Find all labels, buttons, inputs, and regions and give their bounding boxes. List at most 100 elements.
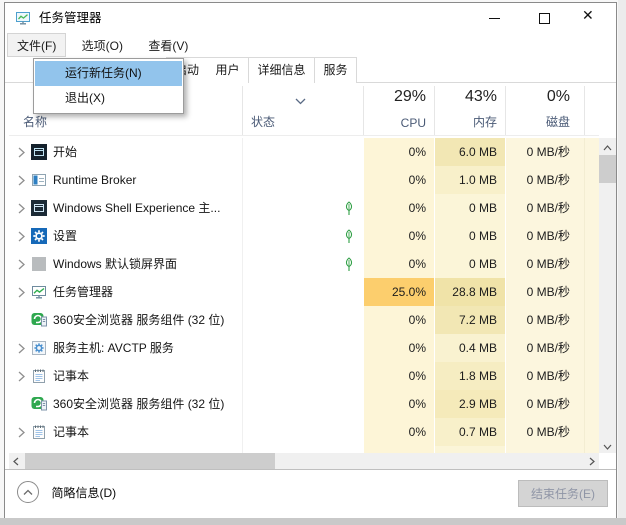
- end-task-button[interactable]: 结束任务(E): [518, 480, 608, 507]
- process-memory-cell: 7.2 MB: [435, 306, 506, 334]
- memory-total-percent: 43%: [465, 88, 497, 106]
- status-column-label: 状态: [251, 113, 275, 130]
- menu-view[interactable]: 查看(V): [138, 33, 198, 57]
- menu-file[interactable]: 文件(F): [7, 33, 66, 57]
- process-row[interactable]: 360安全浏览器 服务组件 (32 位)0%2.9 MB0 MB/秒: [9, 390, 599, 418]
- settings-gear-icon: [31, 228, 47, 244]
- process-status-cell: [243, 166, 364, 194]
- menu-item-run-new-task[interactable]: 运行新任务(N): [35, 61, 182, 86]
- process-name: 服务主机: AVCTP 服务: [53, 334, 240, 362]
- process-name: 记事本: [53, 418, 240, 446]
- name-column-label: 名称: [23, 113, 47, 130]
- expand-chevron-icon[interactable]: [18, 175, 25, 186]
- scroll-right-icon[interactable]: [585, 453, 599, 469]
- process-extra-cell: [585, 166, 599, 194]
- close-button[interactable]: ✕: [571, 3, 616, 33]
- column-header-cpu[interactable]: 29% CPU: [364, 86, 435, 136]
- process-row[interactable]: 设置0%0 MB0 MB/秒: [9, 222, 599, 250]
- process-row[interactable]: Runtime Broker0%1.0 MB0 MB/秒: [9, 166, 599, 194]
- vertical-scroll-thumb[interactable]: [599, 155, 616, 183]
- process-memory-cell: 0 MB: [435, 222, 506, 250]
- menu-item-exit[interactable]: 退出(X): [35, 86, 182, 111]
- process-row[interactable]: 开始0%6.0 MB0 MB/秒: [9, 138, 599, 166]
- scroll-down-icon[interactable]: [599, 437, 616, 453]
- expand-chevron-icon[interactable]: [18, 427, 25, 438]
- tab-services[interactable]: 服务: [315, 57, 357, 83]
- process-name-cell: 开始: [9, 138, 243, 166]
- process-row[interactable]: 记事本0%0.7 MB0 MB/秒: [9, 418, 599, 446]
- process-status-cell: [243, 390, 364, 418]
- process-disk-cell: 0 MB/秒: [506, 306, 585, 334]
- process-name-cell: 记事本: [9, 418, 243, 446]
- task-manager-icon: [31, 284, 47, 300]
- task-manager-window: 任务管理器 ✕ 文件(F) 选项(O) 查看(V) 启动 用户 详细信息 服务 …: [4, 2, 617, 518]
- maximize-button[interactable]: [522, 3, 567, 33]
- tab-users[interactable]: 用户: [207, 57, 249, 83]
- process-cpu-cell: 0%: [364, 362, 435, 390]
- process-row[interactable]: 记事本0%1.8 MB0 MB/秒: [9, 362, 599, 390]
- process-name: 360安全浏览器 服务组件 (32 位): [53, 390, 240, 418]
- process-name-cell: Windows 默认锁屏界面: [9, 250, 243, 278]
- expand-chevron-icon[interactable]: [18, 147, 25, 158]
- expand-chevron-icon[interactable]: [18, 371, 25, 382]
- footer-bar: 简略信息(D) 结束任务(E): [5, 469, 616, 518]
- process-disk-cell: 0 MB/秒: [506, 334, 585, 362]
- details-toggle-button[interactable]: 简略信息(D): [17, 481, 116, 505]
- collapse-chevron-icon: [17, 481, 39, 503]
- process-disk-cell: 0 MB/秒: [506, 138, 585, 166]
- expand-chevron-icon[interactable]: [18, 287, 25, 298]
- process-extra-cell: [585, 250, 599, 278]
- process-name-cell: 服务主机: AVCTP 服务: [9, 334, 243, 362]
- window-controls: ✕: [472, 3, 616, 33]
- process-name-cell: 360安全浏览器 服务组件 (32 位): [9, 390, 243, 418]
- process-name-cell: 任务管理器: [9, 278, 243, 306]
- process-status-cell: [243, 194, 364, 222]
- process-extra-cell: [585, 306, 599, 334]
- expand-chevron-icon[interactable]: [18, 343, 25, 354]
- process-row[interactable]: 服务主机: AVCTP 服务0%0.4 MB0 MB/秒: [9, 334, 599, 362]
- process-extra-cell: [585, 194, 599, 222]
- expand-chevron-icon[interactable]: [18, 203, 25, 214]
- scroll-left-icon[interactable]: [9, 453, 23, 469]
- process-extra-cell: [585, 390, 599, 418]
- header-divider: [9, 135, 599, 136]
- cpu-column-label: CPU: [401, 116, 426, 130]
- column-header-memory[interactable]: 43% 内存: [435, 86, 506, 136]
- start-tile-icon: [31, 144, 47, 160]
- status-filter-chevron-icon[interactable]: [295, 92, 306, 110]
- process-status-cell: [243, 250, 364, 278]
- column-header-status[interactable]: 状态: [243, 86, 364, 136]
- horizontal-scrollbar[interactable]: [9, 453, 599, 469]
- process-row[interactable]: Windows Shell Experience 主...0%0 MB0 MB/…: [9, 194, 599, 222]
- minimize-button[interactable]: [472, 3, 517, 33]
- process-row[interactable]: 任务管理器25.0%28.8 MB0 MB/秒: [9, 278, 599, 306]
- process-row[interactable]: Windows 默认锁屏界面0%0 MB0 MB/秒: [9, 250, 599, 278]
- process-memory-cell: 2.9 MB: [435, 390, 506, 418]
- browser-360-icon: [31, 396, 47, 412]
- process-row[interactable]: 360安全浏览器 服务组件 (32 位)0%7.2 MB0 MB/秒: [9, 306, 599, 334]
- close-icon: ✕: [582, 7, 594, 24]
- scroll-up-icon[interactable]: [599, 138, 616, 154]
- process-memory-cell: 0 MB: [435, 194, 506, 222]
- expand-chevron-icon[interactable]: [18, 231, 25, 242]
- process-disk-cell: 0 MB/秒: [506, 418, 585, 446]
- disk-column-label: 磁盘: [546, 113, 570, 130]
- suspended-leaf-icon: [343, 201, 355, 216]
- process-status-cell: [243, 362, 364, 390]
- process-disk-cell: 0 MB/秒: [506, 222, 585, 250]
- tab-details[interactable]: 详细信息: [249, 57, 315, 83]
- task-manager-icon: [15, 10, 31, 26]
- horizontal-scroll-thumb[interactable]: [25, 453, 275, 469]
- process-name: Runtime Broker: [53, 166, 240, 194]
- process-name-cell: 设置: [9, 222, 243, 250]
- process-cpu-cell: 0%: [364, 418, 435, 446]
- suspended-leaf-icon: [343, 229, 355, 244]
- menu-options[interactable]: 选项(O): [72, 33, 133, 57]
- expand-chevron-icon[interactable]: [18, 259, 25, 270]
- details-toggle-label: 简略信息(D): [51, 484, 116, 501]
- file-menu-dropdown: 运行新任务(N) 退出(X): [33, 58, 184, 114]
- column-header-disk[interactable]: 0% 磁盘: [506, 86, 585, 136]
- process-memory-cell: 1.0 MB: [435, 166, 506, 194]
- vertical-scrollbar[interactable]: [599, 138, 616, 453]
- menu-bar: 文件(F) 选项(O) 查看(V): [5, 33, 616, 57]
